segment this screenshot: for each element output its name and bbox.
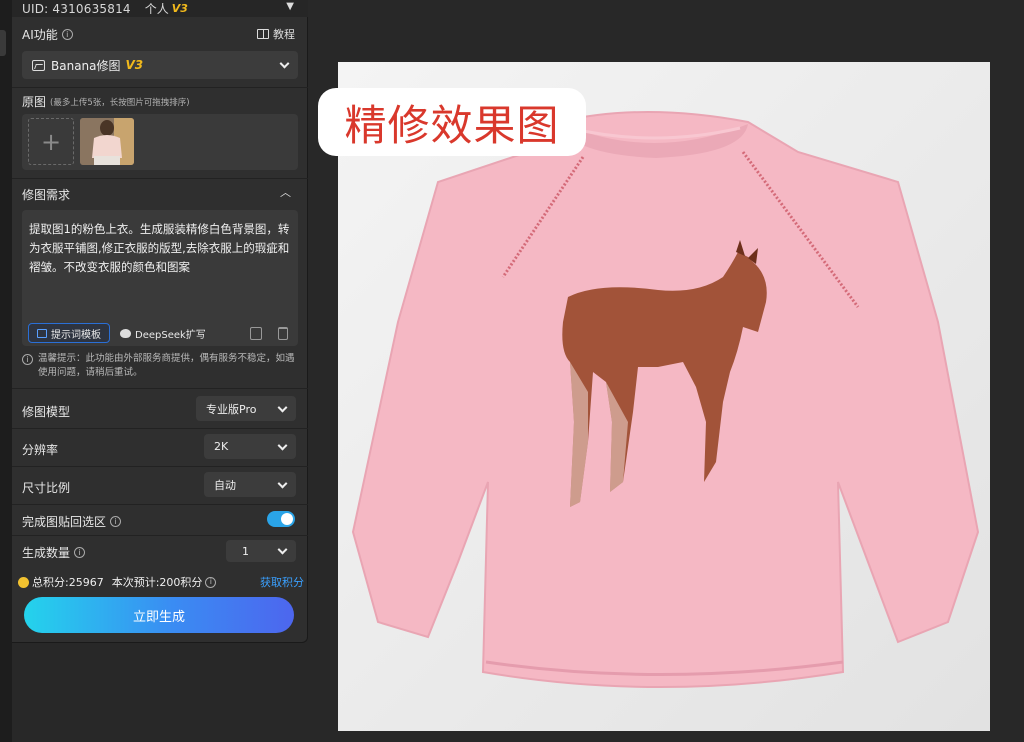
count-text: 生成数量 — [22, 546, 71, 560]
requirement-text[interactable]: 提取图1的粉色上衣。生成服装精修白色背景图，转为衣服平铺图,修正衣服的版型,去除… — [29, 220, 294, 277]
count-label: 生成数量 i — [22, 544, 86, 561]
plan-badge: V3 — [171, 2, 188, 15]
chevron-up-icon[interactable]: ︿ — [280, 184, 291, 200]
points-row: 总积分:25967 本次预计:200积分 i 获取积分 — [18, 574, 304, 590]
toolbar-handle[interactable] — [0, 30, 6, 56]
copy-icon[interactable] — [250, 327, 262, 340]
original-image-thumbnail[interactable] — [80, 118, 134, 165]
upload-area: + — [22, 114, 298, 170]
template-icon — [37, 328, 47, 338]
estimated-points: 本次预计:200积分 — [111, 576, 203, 589]
coin-icon — [18, 576, 29, 588]
ai-function-select[interactable]: Banana修图 V3 — [22, 51, 298, 79]
result-overlay-label: 精修效果图 — [318, 88, 586, 156]
result-canvas[interactable] — [338, 62, 990, 731]
trash-icon[interactable] — [278, 327, 288, 340]
resolution-label: 分辨率 — [22, 443, 59, 457]
paste-back-toggle[interactable] — [267, 511, 295, 527]
info-icon[interactable]: i — [110, 516, 122, 527]
original-hint: (最多上传5张，长按图片可拖拽排序) — [50, 97, 190, 108]
plan-text: 个人 — [144, 2, 169, 16]
model-label: 修图模型 — [22, 405, 71, 419]
prompt-template-label: 提示词模板 — [51, 329, 101, 341]
resolution-value: 2K — [214, 440, 229, 453]
app-window: UID: 4310635814 个人 V3 ▼ AI功能 i 教程 Banana… — [0, 0, 1024, 742]
count-value: 1 — [242, 544, 249, 558]
resolution-select[interactable]: 2K — [204, 434, 296, 459]
function-badge: V3 — [125, 58, 144, 72]
chevron-down-icon[interactable]: ▼ — [286, 1, 294, 12]
chevron-down-icon — [277, 478, 288, 489]
book-icon — [257, 29, 269, 39]
account-bar: UID: 4310635814 个人 V3 ▼ — [12, 0, 308, 17]
info-icon[interactable]: i — [61, 29, 73, 40]
ai-function-value: Banana修图 — [51, 58, 121, 73]
original-label: 原图 (最多上传5张，长按图片可拖拽排序) — [22, 93, 190, 110]
aspect-select[interactable]: 自动 — [204, 472, 296, 497]
model-select[interactable]: 专业版Pro — [196, 396, 296, 421]
ai-function-label-text: AI功能 — [22, 28, 58, 42]
chevron-down-icon — [277, 402, 288, 413]
ai-function-label: AI功能 i — [22, 26, 73, 43]
chevron-down-icon — [277, 544, 288, 555]
generate-button[interactable]: 立即生成 — [24, 597, 294, 633]
deepseek-expand-button[interactable]: DeepSeek扩写 — [112, 323, 214, 343]
count-select[interactable]: 1 — [226, 540, 296, 562]
aspect-label: 尺寸比例 — [22, 481, 71, 495]
requirement-textarea[interactable]: 提取图1的粉色上衣。生成服装精修白色背景图，转为衣服平铺图,修正衣服的版型,去除… — [22, 210, 298, 346]
add-image-button[interactable]: + — [28, 118, 74, 165]
uid-text: UID: 4310635814 — [22, 1, 131, 16]
notice-text: 温馨提示：此功能由外部服务商提供，偶有服务不稳定，如遇使用问题，请稍后重试。 — [38, 353, 295, 378]
ai-retouch-panel: UID: 4310635814 个人 V3 ▼ AI功能 i 教程 Banana… — [12, 0, 308, 643]
paste-back-label: 完成图贴回选区 i — [22, 513, 122, 530]
divider — [12, 87, 308, 88]
requirement-label: 修图需求 — [22, 188, 71, 202]
divider — [12, 178, 308, 179]
divider — [12, 428, 308, 429]
chevron-down-icon — [277, 440, 288, 451]
divider — [12, 388, 308, 389]
deepseek-icon — [120, 328, 131, 338]
deepseek-label: DeepSeek扩写 — [135, 329, 206, 341]
divider — [12, 466, 308, 467]
info-icon[interactable]: i — [74, 547, 86, 558]
chevron-down-icon — [279, 58, 290, 69]
service-notice: i 温馨提示：此功能由外部服务商提供，偶有服务不稳定，如遇使用问题，请稍后重试。 — [22, 352, 302, 380]
tutorial-link[interactable]: 教程 — [257, 26, 295, 42]
aspect-value: 自动 — [214, 478, 236, 492]
original-label-text: 原图 — [22, 95, 47, 109]
plus-icon: + — [40, 127, 62, 156]
get-points-link[interactable]: 获取积分 — [260, 574, 304, 590]
result-image — [338, 62, 990, 731]
total-points: 总积分:25967 — [32, 576, 104, 589]
left-toolbar-strip — [0, 0, 12, 742]
tutorial-text: 教程 — [273, 28, 295, 41]
paste-back-text: 完成图贴回选区 — [22, 515, 107, 529]
image-icon — [32, 59, 45, 71]
info-icon: i — [22, 354, 33, 365]
divider — [12, 504, 308, 505]
thumbnail-image — [80, 118, 134, 165]
divider — [12, 535, 308, 536]
info-icon[interactable]: i — [205, 576, 217, 588]
prompt-template-button[interactable]: 提示词模板 — [28, 323, 110, 343]
model-value: 专业版Pro — [206, 402, 257, 416]
